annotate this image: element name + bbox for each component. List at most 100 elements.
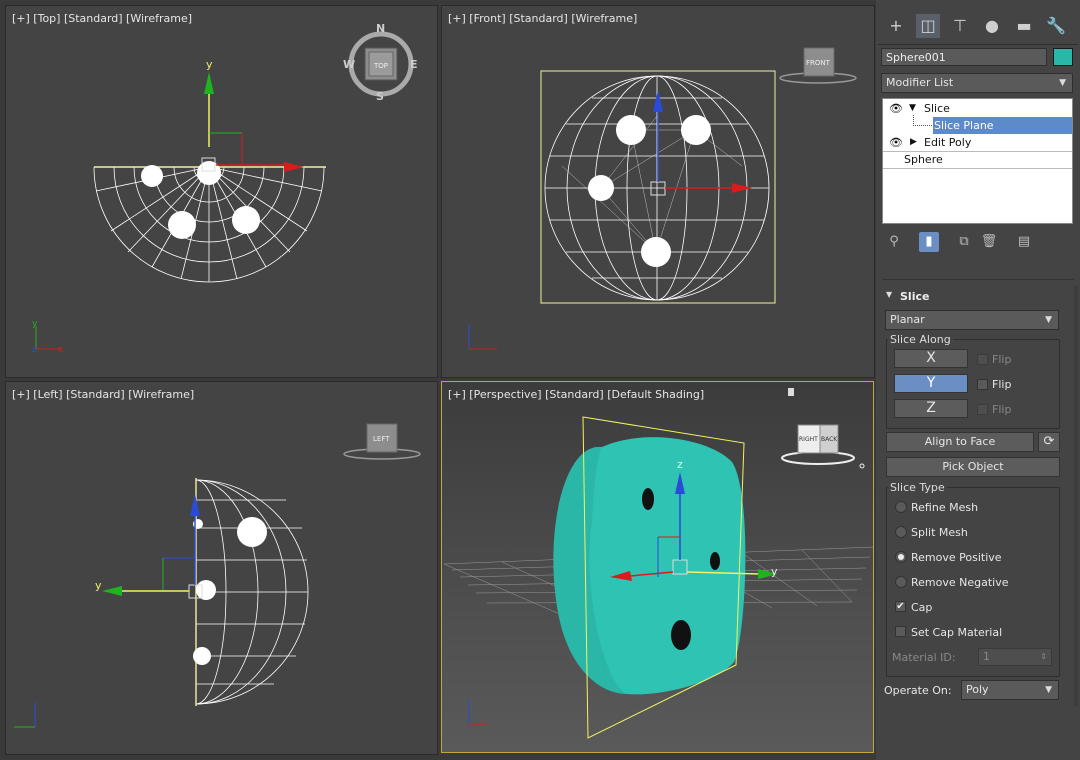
motion-icon[interactable]: ● <box>980 14 1004 38</box>
viewport-top-label[interactable]: [+] [Top] [Standard] [Wireframe] <box>12 12 192 25</box>
left-viewcube[interactable]: LEFT <box>343 423 421 460</box>
left-gizmo-z-arrow <box>190 494 200 516</box>
stack-item-edit-poly[interactable]: 👁 ▶ Edit Poly <box>883 134 1072 152</box>
stack-item-slice[interactable]: 👁 ▼ Slice <box>883 100 1072 117</box>
axis-z-button[interactable]: Z <box>894 399 968 418</box>
delete-modifier-icon[interactable]: 🗑 <box>979 232 999 252</box>
spinner-arrows-icon: ⇕ <box>1040 652 1047 661</box>
object-name-field[interactable]: Sphere001 <box>881 48 1047 66</box>
flip-x-checkbox[interactable] <box>977 354 988 365</box>
svg-text:BACK: BACK <box>821 436 838 443</box>
viewport-front[interactable]: FRONT [+] [Front] [Standard] [Wireframe] <box>441 5 875 378</box>
radio-refine-mesh[interactable] <box>895 501 907 513</box>
chevron-down-icon: ▼ <box>1045 315 1052 325</box>
panel-scrollbar[interactable] <box>1074 286 1078 706</box>
modifier-list-label: Modifier List <box>886 76 954 89</box>
modifier-stack: 👁 ▼ Slice Slice Plane 👁 ▶ Edit Poly Sphe… <box>882 98 1073 224</box>
tree-line <box>913 115 932 126</box>
flip-y-label: Flip <box>992 378 1012 391</box>
left-scene: y LEFT <box>14 423 421 728</box>
stack-label: Slice Plane <box>933 117 1072 134</box>
svg-text:y: y <box>32 319 38 329</box>
stack-label: Sphere <box>904 153 943 166</box>
compass-w: W <box>343 58 355 71</box>
split-mesh-label: Split Mesh <box>911 526 968 539</box>
hierarchy-icon[interactable]: ⊤ <box>948 14 972 38</box>
viewport-perspective-label[interactable]: [+] [Perspective] [Standard] [Default Sh… <box>448 388 704 401</box>
stack-item-slice-plane[interactable]: Slice Plane <box>883 115 1072 134</box>
align-to-face-button[interactable]: Align to Face <box>886 432 1034 452</box>
slice-rollout-title: Slice <box>900 290 930 303</box>
top-compass[interactable]: TOP N S E W <box>343 22 418 103</box>
remove-negative-label: Remove Negative <box>911 576 1009 589</box>
top-gizmo-x-arrow <box>284 162 304 172</box>
create-icon[interactable]: + <box>884 14 908 38</box>
viewport-perspective[interactable]: z y RIGHT BACK [+] [Perspective] [Standa… <box>441 381 874 753</box>
viewport-front-label[interactable]: [+] [Front] [Standard] [Wireframe] <box>448 12 637 25</box>
flip-x-label: Flip <box>992 353 1012 366</box>
perspective-cap-face <box>589 437 746 695</box>
eye-icon[interactable]: 👁 <box>889 100 903 117</box>
viewport-left-label[interactable]: [+] [Left] [Standard] [Wireframe] <box>12 388 194 401</box>
front-gizmo-center <box>650 181 666 196</box>
chevron-down-icon: ▼ <box>1045 685 1052 695</box>
pick-object-button[interactable]: Pick Object <box>886 457 1060 477</box>
front-axis-tripod <box>468 324 497 350</box>
left-gizmo-y-arrow <box>102 586 122 596</box>
axis-y-button[interactable]: Y <box>894 374 968 393</box>
radio-remove-negative[interactable] <box>895 576 907 588</box>
compass-e: E <box>410 58 418 71</box>
operate-on-dropdown[interactable]: Poly ▼ <box>961 680 1059 700</box>
slice-mode-dropdown[interactable]: Planar ▼ <box>885 310 1059 330</box>
material-id-value: 1 <box>983 650 990 663</box>
stack-item-sphere[interactable]: Sphere <box>883 151 1072 169</box>
command-panel: + ◫ ⊤ ● ▬ 🔧 Sphere001 Modifier List ▼ 👁 … <box>876 0 1080 760</box>
perspective-home-icon[interactable] <box>788 388 794 396</box>
front-viewcube[interactable]: FRONT <box>779 47 857 84</box>
utilities-icon[interactable]: 🔧 <box>1044 14 1068 38</box>
chevron-down-icon: ▼ <box>1059 78 1066 88</box>
collapse-icon: ▼ <box>886 290 893 299</box>
radio-remove-positive[interactable] <box>895 551 907 563</box>
compass-s: S <box>376 90 384 103</box>
left-axis-tripod <box>14 702 36 728</box>
radio-split-mesh[interactable] <box>895 526 907 538</box>
display-icon[interactable]: ▬ <box>1012 14 1036 38</box>
expand-right-icon[interactable]: ▶ <box>910 134 917 151</box>
show-end-result-icon[interactable]: ▮ <box>919 232 939 252</box>
svg-text:RIGHT: RIGHT <box>799 436 818 443</box>
viewport-left[interactable]: y LEFT [+] [Left] [Standard] [Wireframe] <box>5 381 438 755</box>
pin-stack-icon[interactable]: ⚲ <box>884 232 904 252</box>
front-holes <box>588 115 711 267</box>
configure-sets-icon[interactable]: ▤ <box>1014 232 1034 252</box>
eye-icon[interactable]: 👁 <box>889 134 903 151</box>
make-unique-icon[interactable]: ⧉ <box>954 232 974 252</box>
object-color-swatch[interactable] <box>1053 48 1073 66</box>
modifier-list-dropdown[interactable]: Modifier List ▼ <box>881 73 1073 93</box>
front-gizmo-x-arrow <box>732 183 752 193</box>
flip-z-checkbox[interactable] <box>977 404 988 415</box>
svg-text:z: z <box>32 345 37 355</box>
slice-rollout-header[interactable]: ▼ Slice <box>882 288 1074 306</box>
svg-text:x: x <box>58 345 64 355</box>
svg-text:LEFT: LEFT <box>373 435 390 443</box>
material-id-spinner[interactable]: 1 ⇕ <box>978 648 1052 666</box>
top-scene: y TOP N S E W y z x <box>32 22 418 355</box>
slice-mode-value: Planar <box>890 313 925 326</box>
flip-y-checkbox[interactable] <box>977 379 988 390</box>
operate-on-value: Poly <box>966 683 989 696</box>
set-cap-material-checkbox[interactable] <box>895 626 906 637</box>
refresh-icon[interactable]: ⟳ <box>1038 432 1060 452</box>
left-holes <box>193 517 267 665</box>
cap-checkbox[interactable]: ✔ <box>895 601 906 612</box>
viewport-top[interactable]: y TOP N S E W y z x [+] [Top] [Standard]… <box>5 5 438 378</box>
modify-icon[interactable]: ◫ <box>916 14 940 38</box>
persp-gizmo-z-label: z <box>677 458 683 471</box>
axis-x-button[interactable]: X <box>894 349 968 368</box>
persp-gizmo-y-label: y <box>771 565 778 578</box>
top-gizmo-y-label: y <box>206 58 213 71</box>
slice-type-title: Slice Type <box>888 481 947 494</box>
top-gizmo-y-arrow <box>204 72 214 94</box>
material-id-label: Material ID: <box>892 651 956 664</box>
compass-n: N <box>376 22 385 35</box>
